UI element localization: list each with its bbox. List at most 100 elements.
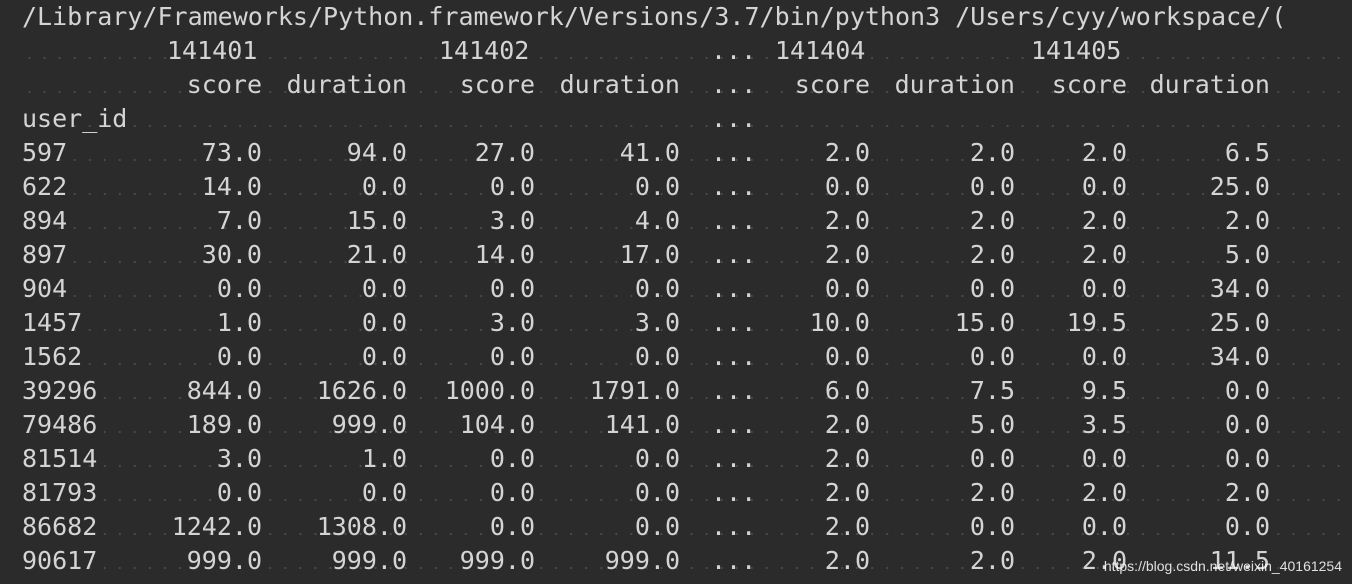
table-cell: 2.0 bbox=[969, 546, 1015, 575]
table-cell: 2.0 bbox=[1081, 240, 1127, 269]
table-cell: 2.0 bbox=[1224, 206, 1270, 235]
table-cell: 2.0 bbox=[824, 206, 870, 235]
table-cell: 34.0 bbox=[1209, 342, 1270, 371]
table-cell: 999.0 bbox=[186, 546, 262, 575]
table-cell: 0.0 bbox=[361, 478, 407, 507]
row-index: 897 bbox=[22, 240, 68, 269]
table-cell: 0.0 bbox=[1081, 512, 1127, 541]
table-cell: 2.0 bbox=[969, 478, 1015, 507]
table-cell: 14.0 bbox=[201, 172, 262, 201]
table-cell: 7.5 bbox=[969, 376, 1015, 405]
row-index: 1457 bbox=[22, 308, 83, 337]
sub-header-label: duration bbox=[894, 70, 1015, 99]
table-cell: 0.0 bbox=[634, 274, 680, 303]
row-index: 904 bbox=[22, 274, 68, 303]
table-cell: 0.0 bbox=[634, 172, 680, 201]
ellipsis-marker: ... bbox=[711, 36, 757, 65]
row-index: 1562 bbox=[22, 342, 83, 371]
table-cell: 0.0 bbox=[489, 478, 535, 507]
row-index: 90617 bbox=[22, 546, 98, 575]
table-cell: 0.0 bbox=[216, 478, 262, 507]
table-cell: 0.0 bbox=[489, 444, 535, 473]
column-group-label: 141404 bbox=[775, 36, 866, 65]
row-index: 79486 bbox=[22, 410, 98, 439]
table-cell: 2.0 bbox=[824, 444, 870, 473]
table-row: 1457 1.0 0.0 3.0 3.0... 10.0 15.0 19.5 25.0 bbox=[22, 306, 1352, 340]
table-cell: 6.5 bbox=[1224, 138, 1270, 167]
column-group-label: 141401 bbox=[167, 36, 258, 65]
sub-header-label: duration bbox=[559, 70, 680, 99]
table-cell: 2.0 bbox=[824, 478, 870, 507]
table-cell: 7.0 bbox=[216, 206, 262, 235]
table-row: 597 73.0 94.0 27.0 41.0... 2.0 2.0 2.0 6.5 bbox=[22, 136, 1352, 170]
table-cell: 2.0 bbox=[1081, 138, 1127, 167]
table-cell: 0.0 bbox=[361, 274, 407, 303]
table-cell: 3.0 bbox=[216, 444, 262, 473]
table-cell: 1308.0 bbox=[316, 512, 407, 541]
sub-header-label: score bbox=[794, 70, 870, 99]
table-cell: 0.0 bbox=[1224, 444, 1270, 473]
table-cell: 0.0 bbox=[824, 274, 870, 303]
table-cell: 0.0 bbox=[634, 478, 680, 507]
row-index: 81793 bbox=[22, 478, 98, 507]
table-cell: 2.0 bbox=[824, 512, 870, 541]
table-cell: 0.0 bbox=[634, 342, 680, 371]
table-cell: 19.5 bbox=[1066, 308, 1127, 337]
table-cell: 73.0 bbox=[201, 138, 262, 167]
table-cell: 104.0 bbox=[459, 410, 535, 439]
table-cell: 2.0 bbox=[1081, 206, 1127, 235]
table-cell: 141.0 bbox=[604, 410, 680, 439]
table-cell: 1626.0 bbox=[316, 376, 407, 405]
table-cell: 2.0 bbox=[1081, 478, 1127, 507]
table-cell: 999.0 bbox=[331, 546, 407, 575]
sub-header-label: duration bbox=[1149, 70, 1270, 99]
row-index: 622 bbox=[22, 172, 68, 201]
table-cell: 94.0 bbox=[346, 138, 407, 167]
sub-header-label: score bbox=[186, 70, 262, 99]
row-index: 39296 bbox=[22, 376, 98, 405]
table-cell: 0.0 bbox=[489, 342, 535, 371]
table-row: 897 30.0 21.0 14.0 17.0... 2.0 2.0 2.0 5.0 bbox=[22, 238, 1352, 272]
table-cell: 14.0 bbox=[474, 240, 535, 269]
table-cell: 0.0 bbox=[1081, 274, 1127, 303]
table-cell: 15.0 bbox=[346, 206, 407, 235]
table-row: 1562 0.0 0.0 0.0 0.0... 0.0 0.0 0.0 34.0 bbox=[22, 340, 1352, 374]
table-cell: 0.0 bbox=[489, 512, 535, 541]
table-cell: 1000.0 bbox=[444, 376, 535, 405]
command-line: /Library/Frameworks/Python.framework/Ver… bbox=[22, 0, 1286, 34]
table-row: 622 14.0 0.0 0.0 0.0... 0.0 0.0 0.0 25.0 bbox=[22, 170, 1352, 204]
table-cell: 2.0 bbox=[969, 206, 1015, 235]
row-index: 81514 bbox=[22, 444, 98, 473]
table-cell: 30.0 bbox=[201, 240, 262, 269]
table-cell: 0.0 bbox=[1081, 342, 1127, 371]
table-cell: 2.0 bbox=[969, 240, 1015, 269]
table-cell: 0.0 bbox=[361, 308, 407, 337]
table-cell: 844.0 bbox=[186, 376, 262, 405]
table-cell: 9.5 bbox=[1081, 376, 1127, 405]
table-cell: 3.0 bbox=[634, 308, 680, 337]
table-row: 79486 189.0 999.0 104.0 141.0... 2.0 5.0 3.5 0.0 bbox=[22, 408, 1352, 442]
table-cell: 0.0 bbox=[216, 274, 262, 303]
row-index: 894 bbox=[22, 206, 68, 235]
table-cell: 2.0 bbox=[824, 410, 870, 439]
table-cell: 3.0 bbox=[489, 206, 535, 235]
table-cell: 2.0 bbox=[824, 546, 870, 575]
table-cell: 0.0 bbox=[489, 172, 535, 201]
table-cell: 0.0 bbox=[1224, 410, 1270, 439]
whitespace-dots bbox=[22, 102, 1352, 136]
table-cell: 0.0 bbox=[1081, 444, 1127, 473]
row-index: 597 bbox=[22, 138, 68, 167]
table-cell: 0.0 bbox=[1224, 376, 1270, 405]
table-cell: 0.0 bbox=[824, 342, 870, 371]
table-cell: 5.0 bbox=[969, 410, 1015, 439]
table-row: 904 0.0 0.0 0.0 0.0... 0.0 0.0 0.0 34.0 bbox=[22, 272, 1352, 306]
table-cell: 0.0 bbox=[1224, 512, 1270, 541]
table-cell: 0.0 bbox=[969, 172, 1015, 201]
table-cell: 0.0 bbox=[489, 274, 535, 303]
table-cell: 0.0 bbox=[1081, 172, 1127, 201]
sub-header-label: score bbox=[459, 70, 535, 99]
column-group-label: 141402 bbox=[439, 36, 530, 65]
table-cell: 3.0 bbox=[489, 308, 535, 337]
column-group-label: 141405 bbox=[1031, 36, 1122, 65]
sub-header-label: duration bbox=[286, 70, 407, 99]
